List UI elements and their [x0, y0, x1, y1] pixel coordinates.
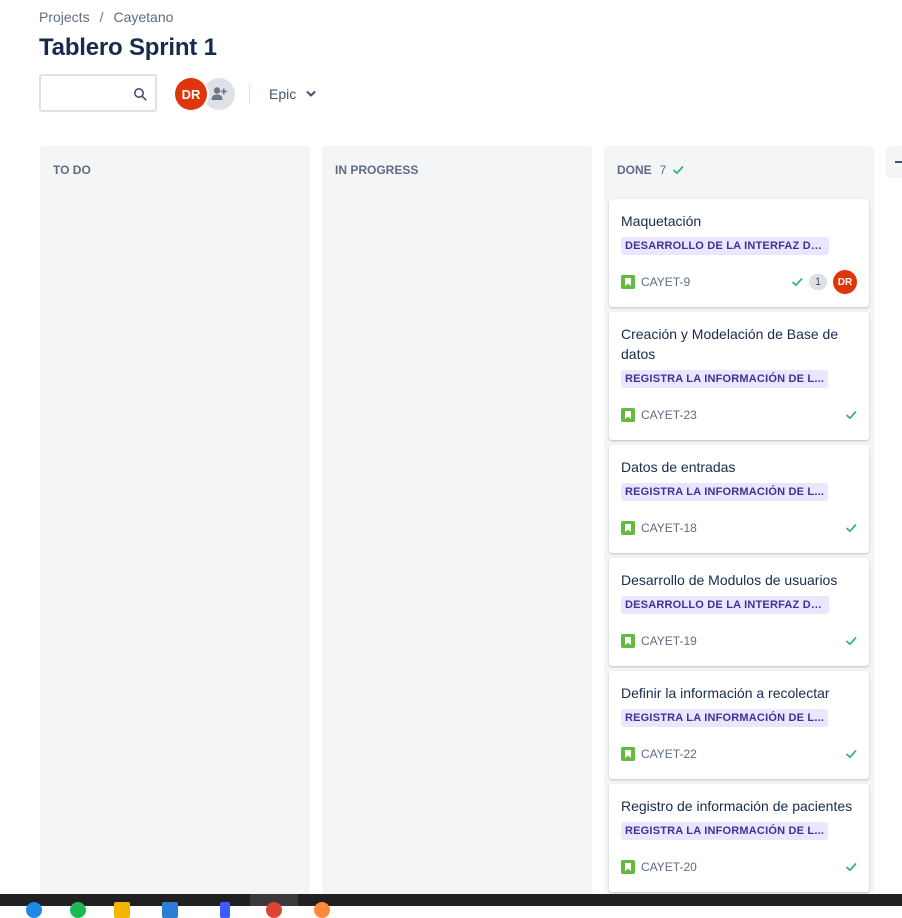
card-footer: CAYET-19: [621, 629, 857, 653]
issue-summary: Desarrollo de Modulos de usuarios: [621, 572, 838, 588]
app-icon[interactable]: [220, 902, 230, 918]
issue-key[interactable]: CAYET-23: [641, 408, 697, 422]
os-taskbar: [0, 894, 902, 918]
issue-card[interactable]: Maquetación DESARROLLO DE LA INTERFAZ DE…: [609, 199, 869, 307]
issue-key[interactable]: CAYET-9: [641, 275, 690, 289]
spotify-icon[interactable]: [70, 902, 86, 918]
story-icon: [621, 747, 635, 761]
firefox-icon[interactable]: [314, 902, 330, 918]
breadcrumb-project-link[interactable]: Cayetano: [113, 9, 173, 25]
collapsed-column-toggle[interactable]: [886, 146, 902, 178]
word-icon[interactable]: [162, 902, 178, 918]
chrome-icon[interactable]: [266, 902, 282, 918]
breadcrumb: Projects / Cayetano: [39, 9, 173, 25]
column-title: TO DO: [53, 163, 91, 177]
issue-key[interactable]: CAYET-19: [641, 634, 697, 648]
issue-card[interactable]: Registro de información de pacientes REG…: [609, 784, 869, 892]
column-in-progress: IN PROGRESS: [322, 146, 592, 906]
page-title: Tablero Sprint 1: [39, 34, 217, 61]
story-icon: [621, 860, 635, 874]
card-footer: CAYET-9 1 DR: [621, 270, 857, 294]
issue-summary: Registro de información de pacientes: [621, 798, 853, 814]
epic-lozenge: DESARROLLO DE LA INTERFAZ DE ...: [621, 596, 829, 614]
add-people-button[interactable]: [203, 78, 235, 110]
breadcrumb-projects-link[interactable]: Projects: [39, 9, 90, 25]
subtask-count-badge: 1: [809, 274, 827, 290]
breadcrumb-separator: /: [99, 9, 104, 25]
card-footer: CAYET-22: [621, 742, 857, 766]
issue-key[interactable]: CAYET-22: [641, 747, 697, 761]
epic-lozenge: DESARROLLO DE LA INTERFAZ DE ...: [621, 237, 829, 255]
check-icon: [673, 166, 684, 175]
issue-summary: Creación y Modelación de Base de datos: [621, 326, 839, 362]
toolbar-divider: [249, 84, 250, 104]
issue-key[interactable]: CAYET-20: [641, 860, 697, 874]
folder-icon[interactable]: [114, 902, 130, 918]
column-header-done: DONE 7: [617, 163, 684, 177]
epic-filter-dropdown[interactable]: Epic: [262, 80, 323, 108]
check-icon: [846, 524, 857, 533]
avatar[interactable]: DR: [175, 78, 207, 110]
issue-summary: Datos de entradas: [621, 459, 736, 475]
column-title: DONE: [617, 163, 652, 177]
story-icon: [621, 521, 635, 535]
issue-card[interactable]: Creación y Modelación de Base de datos R…: [609, 312, 869, 440]
story-icon: [621, 634, 635, 648]
story-icon: [621, 408, 635, 422]
issue-card[interactable]: Datos de entradas REGISTRA LA INFORMACIÓ…: [609, 445, 869, 553]
check-icon: [846, 863, 857, 872]
issue-key[interactable]: CAYET-18: [641, 521, 697, 535]
assignee-avatar[interactable]: DR: [833, 270, 857, 294]
board-search[interactable]: [39, 74, 157, 112]
check-icon: [846, 637, 857, 646]
search-icon: [134, 88, 147, 101]
story-icon: [621, 275, 635, 289]
issue-card[interactable]: Desarrollo de Modulos de usuarios DESARR…: [609, 558, 869, 666]
epic-filter-label: Epic: [269, 86, 297, 102]
card-footer: CAYET-23: [621, 403, 857, 427]
column-header-todo: TO DO: [53, 163, 91, 177]
card-footer: CAYET-20: [621, 855, 857, 879]
edge-icon[interactable]: [26, 902, 42, 918]
epic-lozenge: REGISTRA LA INFORMACIÓN DE L...: [621, 483, 829, 501]
epic-lozenge: REGISTRA LA INFORMACIÓN DE L...: [621, 822, 829, 840]
epic-lozenge: REGISTRA LA INFORMACIÓN DE L...: [621, 370, 829, 388]
issue-card[interactable]: Definir la información a recolectar REGI…: [609, 671, 869, 779]
issue-summary: Maquetación: [621, 213, 702, 229]
card-footer: CAYET-18: [621, 516, 857, 540]
add-person-icon: [211, 87, 227, 100]
check-icon: [792, 278, 803, 287]
chevron-down-icon: [306, 91, 316, 97]
check-icon: [846, 750, 857, 759]
issue-summary: Definir la información a recolectar: [621, 685, 830, 701]
column-title: IN PROGRESS: [335, 163, 419, 177]
epic-lozenge: REGISTRA LA INFORMACIÓN DE L...: [621, 709, 829, 727]
check-icon: [846, 411, 857, 420]
column-todo: TO DO: [40, 146, 310, 906]
column-header-in-progress: IN PROGRESS: [335, 163, 418, 177]
column-issue-count: 7: [659, 163, 667, 177]
search-input[interactable]: [47, 76, 137, 110]
